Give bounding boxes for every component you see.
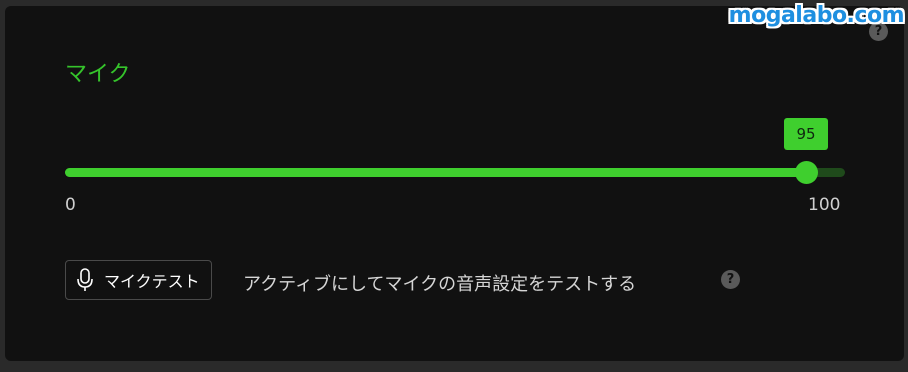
slider-max-label: 100 — [808, 195, 841, 215]
microphone-icon — [76, 268, 94, 292]
mic-test-button[interactable]: マイクテスト — [65, 260, 212, 300]
slider-fill — [65, 168, 806, 177]
mic-volume-slider[interactable]: 95 — [65, 118, 845, 184]
watermark-logo: mogalabo.com — [728, 3, 905, 28]
mic-test-button-label: マイクテスト — [104, 272, 200, 291]
mic-test-description: アクティブにしてマイクの音声設定をテストする — [243, 274, 637, 295]
slider-value-label: 95 — [784, 118, 828, 150]
slider-min-label: 0 — [65, 195, 76, 215]
help-icon[interactable]: ? — [721, 270, 740, 289]
mic-settings-panel: ? マイク 95 0 100 マイクテスト アクティブにしてマイクの音声設定をテ… — [5, 6, 904, 361]
slider-thumb[interactable] — [795, 161, 818, 184]
slider-track[interactable] — [65, 168, 845, 177]
section-title: マイク — [65, 62, 131, 87]
